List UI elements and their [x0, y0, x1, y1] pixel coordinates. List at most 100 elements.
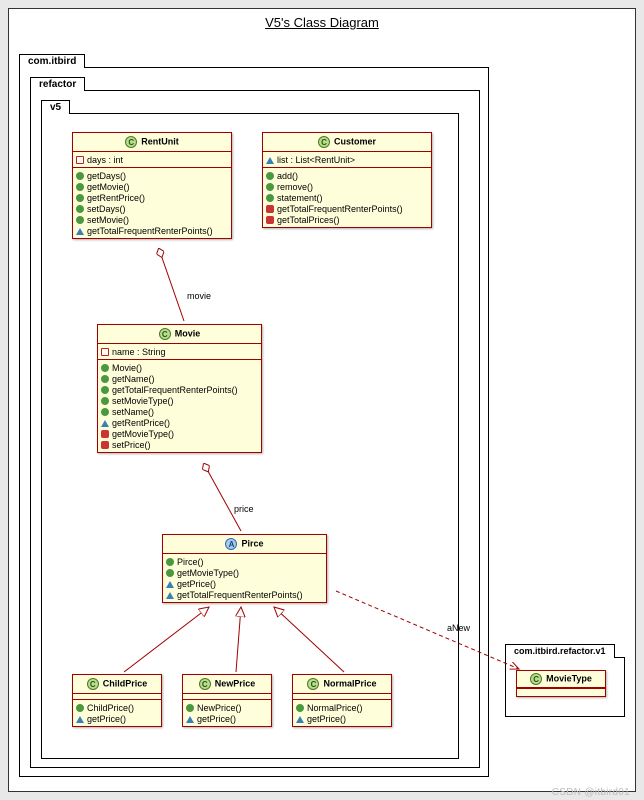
visibility-icon	[266, 183, 274, 191]
member-text: getPrice()	[197, 714, 236, 724]
visibility-icon	[76, 704, 84, 712]
member-text: getTotalFrequentRenterPoints()	[277, 204, 403, 214]
member-text: Movie()	[112, 363, 142, 373]
class-normalprice: CNormalPrice NormalPrice()getPrice()	[292, 674, 392, 727]
class-operations: ChildPrice()getPrice()	[73, 700, 161, 726]
member-text: NewPrice()	[197, 703, 242, 713]
visibility-icon	[101, 386, 109, 394]
class-stereotype-icon: C	[530, 673, 542, 685]
member-text: list : List<RentUnit>	[277, 155, 355, 165]
member-row: getRentPrice()	[101, 417, 258, 428]
visibility-icon	[76, 156, 84, 164]
member-row: name : String	[101, 346, 258, 357]
diagram-title: V5's Class Diagram	[9, 9, 635, 40]
member-text: setPrice()	[112, 440, 151, 450]
class-attributes: name : String	[98, 344, 261, 360]
visibility-icon	[76, 172, 84, 180]
member-row: getMovieType()	[101, 428, 258, 439]
member-row: remove()	[266, 181, 428, 192]
visibility-icon	[101, 430, 109, 438]
member-text: name : String	[112, 347, 166, 357]
visibility-icon	[101, 397, 109, 405]
class-newprice: CNewPrice NewPrice()getPrice()	[182, 674, 272, 727]
class-name: ChildPrice	[103, 678, 148, 688]
edge-label-anew: aNew	[447, 623, 470, 633]
member-text: getTotalFrequentRenterPoints()	[177, 590, 303, 600]
visibility-icon	[266, 205, 274, 213]
visibility-icon	[266, 194, 274, 202]
class-operations: add()remove()statement()getTotalFrequent…	[263, 168, 431, 227]
visibility-icon	[296, 716, 304, 723]
visibility-icon	[76, 205, 84, 213]
class-operations: Movie()getName()getTotalFrequentRenterPo…	[98, 360, 261, 452]
member-row: statement()	[266, 192, 428, 203]
visibility-icon	[76, 216, 84, 224]
member-row: NewPrice()	[186, 702, 268, 713]
member-text: getPrice()	[307, 714, 346, 724]
member-row: setMovie()	[76, 214, 228, 225]
class-attributes: days : int	[73, 152, 231, 168]
class-movie: CMovie name : String Movie()getName()get…	[97, 324, 262, 453]
visibility-icon	[76, 228, 84, 235]
member-row: getPrice()	[76, 713, 158, 724]
class-attributes: list : List<RentUnit>	[263, 152, 431, 168]
visibility-icon	[186, 716, 194, 723]
member-text: getDays()	[87, 171, 126, 181]
visibility-icon	[101, 420, 109, 427]
visibility-icon	[266, 172, 274, 180]
member-text: ChildPrice()	[87, 703, 134, 713]
class-stereotype-icon: A	[225, 538, 237, 550]
class-customer: C Customer list : List<RentUnit> add()rem…	[262, 132, 432, 228]
class-name: NewPrice	[215, 678, 256, 688]
class-operations: getDays()getMovie()getRentPrice()setDays…	[73, 168, 231, 238]
visibility-icon	[76, 183, 84, 191]
member-row: getMovie()	[76, 181, 228, 192]
package-refactor: refactor v5 CRentUnit days : int getDays…	[30, 90, 480, 768]
edge-label-price: price	[234, 504, 254, 514]
member-text: getTotalFrequentRenterPoints()	[112, 385, 238, 395]
member-text: add()	[277, 171, 298, 181]
member-text: NormalPrice()	[307, 703, 363, 713]
member-text: getPrice()	[87, 714, 126, 724]
member-text: getPrice()	[177, 579, 216, 589]
member-row: getTotalFrequentRenterPoints()	[266, 203, 428, 214]
package-com-itbird: com.itbird refactor v5 CRentUnit days : …	[19, 67, 489, 777]
edge-label-movie: movie	[187, 291, 211, 301]
class-stereotype-icon: C	[125, 136, 137, 148]
class-stereotype-icon: C	[307, 678, 319, 690]
class-stereotype-icon: C	[318, 136, 330, 148]
member-text: setName()	[112, 407, 154, 417]
diagram-canvas: V5's Class Diagram com.itbird refactor v…	[8, 8, 636, 792]
visibility-icon	[186, 704, 194, 712]
member-text: setMovieType()	[112, 396, 174, 406]
visibility-icon	[166, 558, 174, 566]
package-movietype: com.itbird.refactor.v1 CMovieType	[505, 657, 625, 717]
package-tab: com.itbird	[19, 54, 85, 68]
visibility-icon	[266, 216, 274, 224]
member-row: getTotalFrequentRenterPoints()	[76, 225, 228, 236]
member-row: getPrice()	[296, 713, 388, 724]
class-stereotype-icon: C	[87, 678, 99, 690]
member-row: Movie()	[101, 362, 258, 373]
member-text: getTotalFrequentRenterPoints()	[87, 226, 213, 236]
member-row: list : List<RentUnit>	[266, 154, 428, 165]
visibility-icon	[76, 716, 84, 723]
visibility-icon	[166, 581, 174, 588]
member-text: statement()	[277, 193, 323, 203]
member-row: Pirce()	[166, 556, 323, 567]
visibility-icon	[101, 348, 109, 356]
member-row: ChildPrice()	[76, 702, 158, 713]
class-operations: Pirce()getMovieType()getPrice()getTotalF…	[163, 554, 326, 602]
member-text: getMovieType()	[112, 429, 174, 439]
visibility-icon	[101, 375, 109, 383]
member-text: getName()	[112, 374, 155, 384]
package-tab: com.itbird.refactor.v1	[505, 644, 615, 658]
watermark: CSDN @itbird01	[552, 787, 630, 798]
member-text: getMovie()	[87, 182, 130, 192]
visibility-icon	[166, 592, 174, 599]
member-text: setMovie()	[87, 215, 129, 225]
class-stereotype-icon: C	[159, 328, 171, 340]
class-childprice: C ChildPrice ChildPrice()getPrice()	[72, 674, 162, 727]
member-row: setName()	[101, 406, 258, 417]
class-name: Customer	[334, 136, 376, 146]
